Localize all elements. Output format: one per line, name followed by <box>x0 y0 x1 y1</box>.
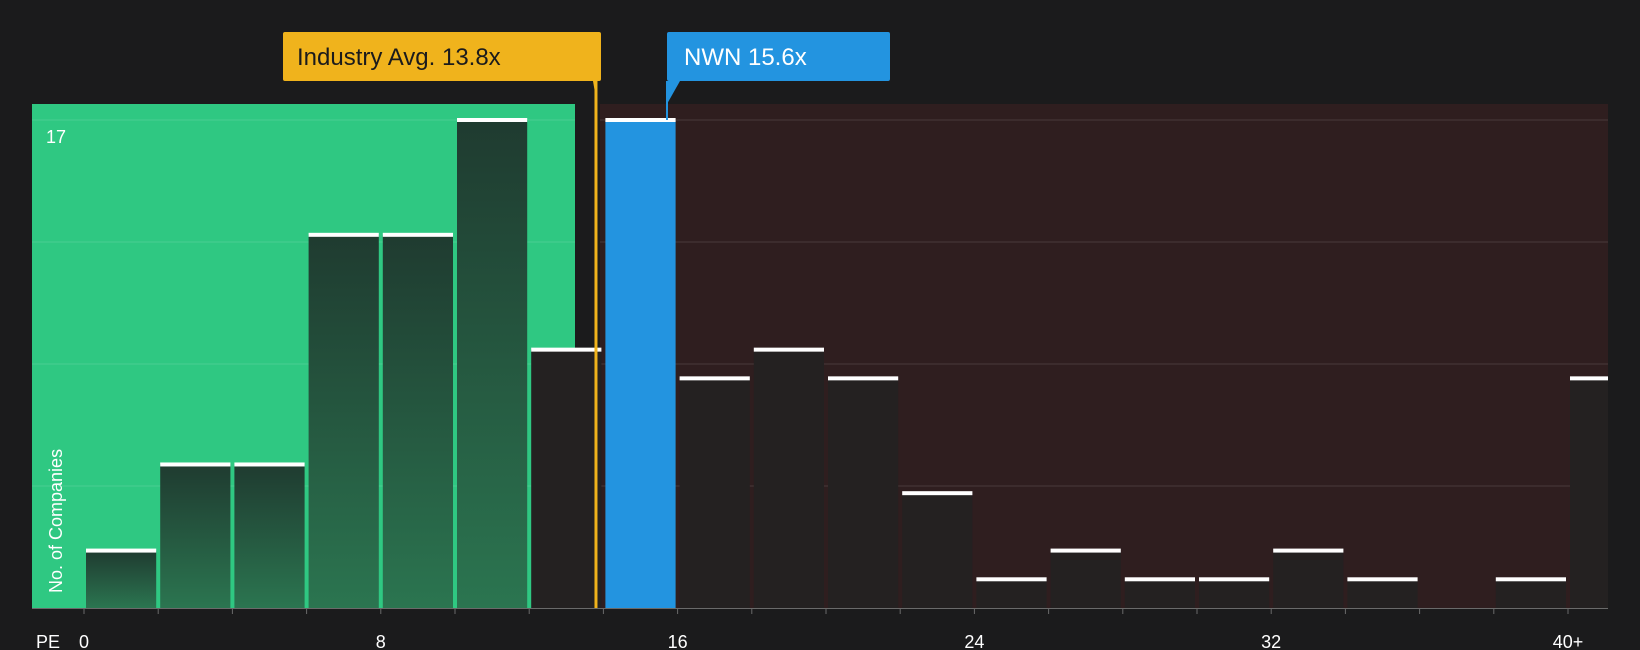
histogram-bar <box>1199 579 1270 608</box>
histogram-bar-cap <box>1570 376 1608 381</box>
histogram-bar <box>234 464 305 608</box>
histogram-bar-cap <box>1050 548 1121 553</box>
histogram-bar <box>457 120 528 608</box>
overvalued-zone <box>600 104 1608 608</box>
histogram-bar <box>976 579 1047 608</box>
histogram-bar-cap <box>828 376 899 381</box>
histogram-bar <box>1273 550 1344 608</box>
histogram-bar <box>531 349 602 608</box>
histogram-bar-cap <box>86 548 157 553</box>
x-axis-label: PE <box>36 632 60 650</box>
company-label: NWN 15.6x <box>684 44 807 71</box>
x-tick-label: 40+ <box>1553 632 1584 650</box>
histogram-bar-cap <box>1495 577 1566 582</box>
x-tick-label: 16 <box>668 632 688 650</box>
histogram-bar-cap <box>1199 577 1270 582</box>
histogram-bar-cap <box>160 462 231 467</box>
histogram-bar-cap <box>234 462 305 467</box>
histogram-bar <box>308 234 379 608</box>
histogram-bar <box>1495 579 1566 608</box>
histogram-bar <box>902 493 973 608</box>
histogram-bar <box>86 550 157 608</box>
histogram-bar-cap <box>382 232 453 237</box>
histogram-bar <box>605 120 676 608</box>
histogram-bar <box>160 464 231 608</box>
histogram-bar-cap <box>308 232 379 237</box>
y-axis-label: No. of Companies <box>46 449 66 593</box>
histogram-bar-cap <box>753 347 824 352</box>
histogram-bar-cap <box>457 118 528 122</box>
histogram-bar-cap <box>976 577 1047 582</box>
x-tick-label: 32 <box>1261 632 1281 650</box>
histogram-bar-cap <box>902 491 973 496</box>
histogram-bar-cap <box>531 347 602 352</box>
pe-distribution-chart: 0 8 16 24 32 40+ No. of Companies 17 PE Indus… <box>0 0 1640 650</box>
histogram-bar <box>1124 579 1195 608</box>
histogram-bar <box>382 234 453 608</box>
x-tick-label: 8 <box>376 632 386 650</box>
histogram-bar <box>753 349 824 608</box>
histogram-bar-cap <box>1124 577 1195 582</box>
x-tick-label: 0 <box>79 632 89 650</box>
histogram-bar-cap <box>1347 577 1418 582</box>
histogram-bar-cap <box>679 376 750 381</box>
histogram-bar <box>1050 550 1121 608</box>
histogram-bar-cap <box>1273 548 1344 553</box>
histogram-bar <box>679 378 750 608</box>
x-tick-label: 24 <box>964 632 984 650</box>
industry-average-label: Industry Avg. 13.8x <box>297 44 501 71</box>
y-max-label: 17 <box>46 127 66 147</box>
histogram-bar-cap <box>605 118 676 122</box>
histogram-bar <box>828 378 899 608</box>
histogram-bar <box>1347 579 1418 608</box>
histogram-bar <box>1570 378 1608 608</box>
